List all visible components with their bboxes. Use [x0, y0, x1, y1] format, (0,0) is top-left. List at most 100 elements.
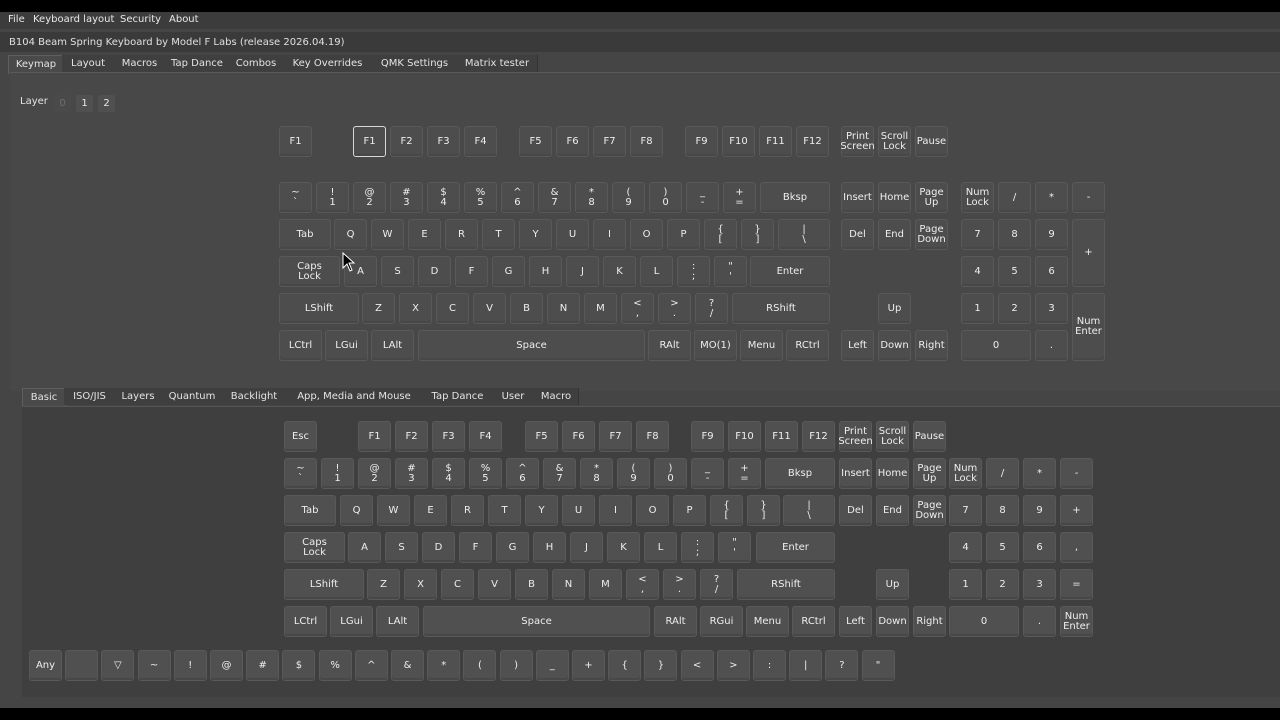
palette-key-2[interactable]: @ 2 [358, 458, 391, 489]
palette-key-f1[interactable]: F1 [358, 421, 391, 452]
palette-key-ralt[interactable]: RAlt [654, 606, 697, 637]
palette-key-7[interactable]: & 7 [543, 458, 576, 489]
keymap-key-z[interactable]: Z [362, 293, 395, 324]
keymap-key-lshift[interactable]: LShift [279, 293, 359, 324]
palette-key-8[interactable]: 8 [986, 495, 1019, 526]
keymap-key-j[interactable]: J [566, 256, 599, 287]
palette-key-dot[interactable]: > . [663, 569, 696, 600]
keymap-key-9[interactable]: ( 9 [612, 182, 645, 213]
keymap-key-3[interactable]: 3 [1035, 293, 1068, 324]
symbol-key-blank[interactable] [65, 650, 99, 681]
palette-key-h[interactable]: H [533, 532, 566, 563]
layer-1-button[interactable]: 1 [76, 95, 93, 112]
palette-key-backslash[interactable]: | \ [783, 495, 835, 526]
keymap-key-f12[interactable]: F12 [796, 126, 829, 157]
palette-key-n[interactable]: N [552, 569, 585, 600]
palette-key-lctrl[interactable]: LCtrl [284, 606, 327, 637]
keymap-key-semicolon[interactable]: : ; [677, 256, 710, 287]
keymap-key-enter[interactable]: Enter [750, 256, 830, 287]
keymap-key-lbracket[interactable]: { [ [704, 219, 737, 250]
keymap-key-insert[interactable]: Insert [841, 182, 874, 213]
palette-key-0[interactable]: 0 [949, 606, 1019, 637]
keymap-key-mo-1[interactable]: MO(1) [694, 330, 737, 361]
palette-key-r[interactable]: R [451, 495, 484, 526]
keymap-key-lgui[interactable]: LGui [325, 330, 368, 361]
symbol-key-pipe[interactable]: | [789, 650, 823, 681]
symbol-key-quote[interactable]: " [861, 650, 895, 681]
keymap-key-8[interactable]: * 8 [575, 182, 608, 213]
keymap-key-f9[interactable]: F9 [685, 126, 718, 157]
palette-key-pause[interactable]: Pause [913, 421, 946, 452]
tab-key-overrides[interactable]: Key Overrides [283, 55, 373, 72]
keymap-key-q[interactable]: Q [334, 219, 367, 250]
keymap-key-3[interactable]: # 3 [390, 182, 423, 213]
palette-key-apostrophe[interactable]: " ' [718, 532, 751, 563]
keymap-key-g[interactable]: G [492, 256, 525, 287]
palette-key-f11[interactable]: F11 [765, 421, 798, 452]
palette-key-f3[interactable]: F3 [432, 421, 465, 452]
keymap-key-apostrophe[interactable]: " ' [714, 256, 747, 287]
palette-key-lgui[interactable]: LGui [330, 606, 373, 637]
palette-key-esc[interactable]: Esc [284, 421, 317, 452]
palette-key-a[interactable]: A [348, 532, 381, 563]
palette-key-f6[interactable]: F6 [562, 421, 595, 452]
palette-key-u[interactable]: U [562, 495, 595, 526]
keymap-key-e[interactable]: E [408, 219, 441, 250]
keymap-key-end[interactable]: End [878, 219, 911, 250]
palette-key-b[interactable]: B [515, 569, 548, 600]
keymap-key-t[interactable]: T [482, 219, 515, 250]
keymap-key-k[interactable]: K [603, 256, 636, 287]
symbol-key-colon[interactable]: : [753, 650, 786, 681]
symbol-key-asterisk[interactable]: * [427, 650, 461, 681]
keymap-key-9[interactable]: 9 [1035, 219, 1068, 250]
palette-key-l[interactable]: L [644, 532, 677, 563]
palette-key-9[interactable]: ( 9 [617, 458, 650, 489]
palette-key-insert[interactable]: Insert [839, 458, 872, 489]
palette-key-s[interactable]: S [385, 532, 418, 563]
keymap-key-down[interactable]: Down [878, 330, 911, 361]
symbol-key-any[interactable]: Any [29, 650, 62, 681]
palette-key-m[interactable]: M [589, 569, 622, 600]
palette-key-q[interactable]: Q [340, 495, 373, 526]
keymap-key-slash[interactable]: ? / [695, 293, 728, 324]
keymap-key-s[interactable]: S [381, 256, 414, 287]
palette-key-bksp[interactable]: Bksp [765, 458, 835, 489]
palette-key-rctrl[interactable]: RCtrl [792, 606, 835, 637]
keymap-key-v[interactable]: V [473, 293, 506, 324]
palette-key-f7[interactable]: F7 [599, 421, 632, 452]
tab-quantum[interactable]: Quantum [161, 388, 224, 405]
menu-security[interactable]: Security [120, 14, 161, 25]
palette-key-comma[interactable]: , [1060, 532, 1093, 563]
keymap-key-f6[interactable]: F6 [556, 126, 589, 157]
palette-key-f[interactable]: F [459, 532, 492, 563]
palette-key-up[interactable]: Up [876, 569, 909, 600]
keymap-key-2[interactable]: @ 2 [353, 182, 386, 213]
keymap-key-f2[interactable]: F2 [390, 126, 423, 157]
palette-key-slash[interactable]: / [986, 458, 1019, 489]
keymap-key-home[interactable]: Home [878, 182, 911, 213]
keymap-key-h[interactable]: H [529, 256, 562, 287]
palette-key-f2[interactable]: F2 [395, 421, 428, 452]
palette-key-rshift[interactable]: RShift [737, 569, 835, 600]
tab-backlight[interactable]: Backlight [223, 388, 286, 405]
keymap-key-f1[interactable]: F1 [279, 126, 312, 157]
keymap-key-lalt[interactable]: LAlt [371, 330, 414, 361]
keymap-key-scroll-lock[interactable]: Scroll Lock [878, 126, 911, 157]
keymap-key-up[interactable]: Up [878, 293, 911, 324]
palette-key-tab[interactable]: Tab [284, 495, 336, 526]
palette-key-lbracket[interactable]: { [ [710, 495, 743, 526]
palette-key-left[interactable]: Left [839, 606, 872, 637]
keymap-key-2[interactable]: 2 [998, 293, 1031, 324]
keymap-key-u[interactable]: U [556, 219, 589, 250]
keymap-key-right[interactable]: Right [915, 330, 948, 361]
symbol-key-dollar[interactable]: $ [282, 650, 316, 681]
tab-app-media-and-mouse[interactable]: App, Media and Mouse [285, 388, 424, 405]
keymap-key-o[interactable]: O [630, 219, 663, 250]
palette-key-o[interactable]: O [636, 495, 669, 526]
symbol-key-exclam[interactable]: ! [173, 650, 207, 681]
keymap-key-comma[interactable]: < , [621, 293, 654, 324]
keymap-key-4[interactable]: $ 4 [427, 182, 460, 213]
keymap-key-f4[interactable]: F4 [464, 126, 497, 157]
palette-key-del[interactable]: Del [839, 495, 872, 526]
tab-iso-jis[interactable]: ISO/JIS [64, 388, 116, 405]
